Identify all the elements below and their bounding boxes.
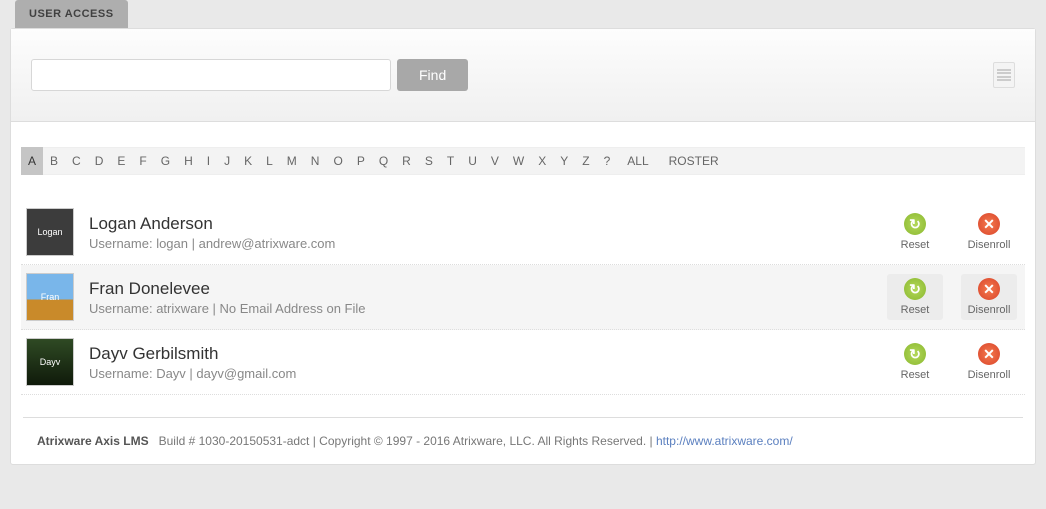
alpha-letter-L[interactable]: L bbox=[259, 147, 280, 175]
user-name: Dayv Gerbilsmith bbox=[89, 344, 887, 364]
avatar: Dayv bbox=[26, 338, 74, 386]
alpha-letter-Z[interactable]: Z bbox=[575, 147, 596, 175]
row-actions: ↻ Reset ✕ Disenroll bbox=[887, 209, 1017, 255]
document-icon[interactable] bbox=[993, 62, 1015, 88]
alpha-letter-Y[interactable]: Y bbox=[553, 147, 575, 175]
footer: Atrixware Axis LMS Build # 1030-20150531… bbox=[23, 417, 1023, 464]
panel-head: Find bbox=[11, 29, 1035, 122]
user-name: Logan Anderson bbox=[89, 214, 887, 234]
alpha-letter-N[interactable]: N bbox=[304, 147, 327, 175]
alpha-letter-T[interactable]: T bbox=[440, 147, 461, 175]
alpha-all[interactable]: ALL bbox=[617, 147, 658, 175]
disenroll-icon: ✕ bbox=[978, 343, 1000, 365]
reset-button[interactable]: ↻ Reset bbox=[887, 209, 943, 255]
alpha-letter-K[interactable]: K bbox=[237, 147, 259, 175]
user-meta: Username: atrixware | No Email Address o… bbox=[89, 301, 887, 316]
alpha-letter-B[interactable]: B bbox=[43, 147, 65, 175]
reset-label: Reset bbox=[901, 239, 930, 251]
alpha-letter-C[interactable]: C bbox=[65, 147, 88, 175]
find-button[interactable]: Find bbox=[397, 59, 468, 91]
avatar: Logan bbox=[26, 208, 74, 256]
disenroll-label: Disenroll bbox=[968, 304, 1011, 316]
alpha-letter-W[interactable]: W bbox=[506, 147, 531, 175]
panel-body: ABCDEFGHIJKLMNOPQRSTUVWXYZ?ALLROSTER Log… bbox=[11, 122, 1035, 405]
disenroll-button[interactable]: ✕ Disenroll bbox=[961, 209, 1017, 255]
alpha-letter-J[interactable]: J bbox=[217, 147, 237, 175]
user-info: Fran Donelevee Username: atrixware | No E… bbox=[89, 279, 887, 316]
disenroll-label: Disenroll bbox=[968, 239, 1011, 251]
user-meta: Username: logan | andrew@atrixware.com bbox=[89, 236, 887, 251]
alpha-letter-R[interactable]: R bbox=[395, 147, 418, 175]
alpha-letter-A[interactable]: A bbox=[21, 147, 43, 175]
alpha-roster[interactable]: ROSTER bbox=[659, 147, 729, 175]
footer-product: Atrixware Axis LMS bbox=[37, 434, 149, 448]
main-panel: Find ABCDEFGHIJKLMNOPQRSTUVWXYZ?ALLROSTE… bbox=[10, 28, 1036, 465]
page: USER ACCESS Find ABCDEFGHIJKLMNOPQRSTUVW… bbox=[0, 0, 1046, 475]
reset-button[interactable]: ↻ Reset bbox=[887, 274, 943, 320]
user-row[interactable]: Logan Logan Anderson Username: logan | and… bbox=[21, 200, 1025, 265]
alpha-letter-I[interactable]: I bbox=[200, 147, 217, 175]
user-row[interactable]: Dayv Dayv Gerbilsmith Username: Dayv | day… bbox=[21, 330, 1025, 395]
tab-strip: USER ACCESS bbox=[0, 0, 1046, 28]
user-name: Fran Donelevee bbox=[89, 279, 887, 299]
user-list: Logan Logan Anderson Username: logan | and… bbox=[21, 200, 1025, 395]
alpha-letter-X[interactable]: X bbox=[531, 147, 553, 175]
disenroll-button[interactable]: ✕ Disenroll bbox=[961, 339, 1017, 385]
alpha-letter-?[interactable]: ? bbox=[597, 147, 618, 175]
row-actions: ↻ Reset ✕ Disenroll bbox=[887, 339, 1017, 385]
user-meta: Username: Dayv | dayv@gmail.com bbox=[89, 366, 887, 381]
user-info: Logan Anderson Username: logan | andrew@a… bbox=[89, 214, 887, 251]
user-info: Dayv Gerbilsmith Username: Dayv | dayv@gm… bbox=[89, 344, 887, 381]
alpha-letter-Q[interactable]: Q bbox=[372, 147, 395, 175]
disenroll-label: Disenroll bbox=[968, 369, 1011, 381]
avatar: Fran bbox=[26, 273, 74, 321]
disenroll-icon: ✕ bbox=[978, 278, 1000, 300]
disenroll-icon: ✕ bbox=[978, 213, 1000, 235]
reset-label: Reset bbox=[901, 369, 930, 381]
alpha-letter-V[interactable]: V bbox=[484, 147, 506, 175]
tab-user-access[interactable]: USER ACCESS bbox=[15, 0, 128, 28]
alpha-letter-P[interactable]: P bbox=[350, 147, 372, 175]
alpha-letter-F[interactable]: F bbox=[132, 147, 153, 175]
alpha-letter-U[interactable]: U bbox=[461, 147, 484, 175]
alpha-letter-O[interactable]: O bbox=[326, 147, 349, 175]
alpha-bar: ABCDEFGHIJKLMNOPQRSTUVWXYZ?ALLROSTER bbox=[21, 147, 1025, 175]
reset-icon: ↻ bbox=[904, 278, 926, 300]
alpha-letter-M[interactable]: M bbox=[280, 147, 304, 175]
user-row[interactable]: Fran Fran Donelevee Username: atrixware | … bbox=[21, 265, 1025, 330]
disenroll-button[interactable]: ✕ Disenroll bbox=[961, 274, 1017, 320]
footer-link[interactable]: http://www.atrixware.com/ bbox=[656, 434, 793, 448]
reset-button[interactable]: ↻ Reset bbox=[887, 339, 943, 385]
alpha-letter-G[interactable]: G bbox=[154, 147, 177, 175]
row-actions: ↻ Reset ✕ Disenroll bbox=[887, 274, 1017, 320]
reset-label: Reset bbox=[901, 304, 930, 316]
footer-build: Build # 1030-20150531-adct | Copyright ©… bbox=[159, 434, 656, 448]
alpha-letter-E[interactable]: E bbox=[110, 147, 132, 175]
reset-icon: ↻ bbox=[904, 213, 926, 235]
reset-icon: ↻ bbox=[904, 343, 926, 365]
alpha-letter-S[interactable]: S bbox=[418, 147, 440, 175]
alpha-letter-H[interactable]: H bbox=[177, 147, 200, 175]
alpha-letter-D[interactable]: D bbox=[88, 147, 111, 175]
search-input[interactable] bbox=[31, 59, 391, 91]
